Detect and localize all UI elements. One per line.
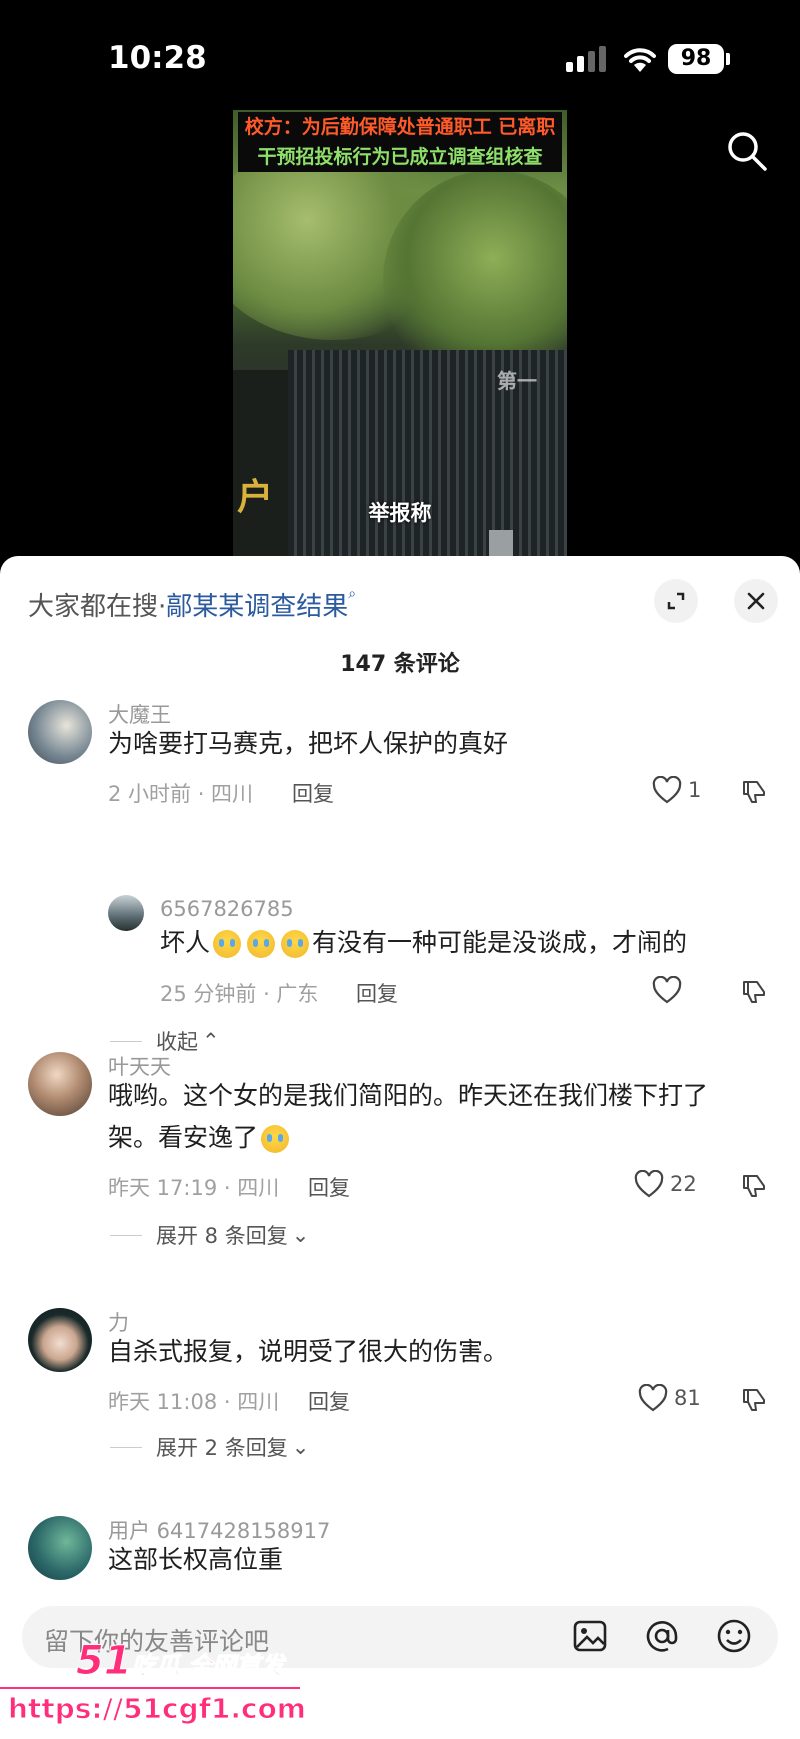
watermark-url: https://51cgf1.com: [8, 1692, 307, 1726]
comment-text-line1[interactable]: 哦哟。这个女的是我们简阳的。昨天还在我们楼下打了: [108, 1075, 708, 1117]
watermark-brand-num: 51: [76, 1638, 133, 1685]
expand-icon: [667, 592, 685, 610]
signal-icon: [566, 46, 610, 72]
like-count: 81: [674, 1386, 701, 1410]
divider-line: [110, 1040, 142, 1042]
reply-button[interactable]: 回复: [308, 1386, 350, 1416]
hot-search[interactable]: 大家都在搜·鄗某某调查结果⌕: [28, 586, 356, 623]
dislike-icon[interactable]: [740, 1386, 768, 1414]
comment-text-line2[interactable]: 架。看安逸了: [108, 1117, 292, 1159]
image-icon[interactable]: [570, 1616, 610, 1656]
heart-icon: [634, 1170, 664, 1198]
reply-text-after: 有没有一种可能是没谈成，才闹的: [312, 928, 688, 957]
crying-emoji: [281, 930, 310, 958]
close-icon: [747, 592, 765, 610]
status-time: 10:28: [108, 40, 207, 76]
close-button[interactable]: [734, 579, 778, 623]
expand-label: 展开 8 条回复: [156, 1224, 288, 1248]
chevron-up-icon: ⌃: [202, 1029, 220, 1053]
battery-tip: [726, 53, 730, 65]
heart-icon: [652, 976, 682, 1004]
reply-text-before: 坏人: [160, 928, 211, 957]
like-count: 1: [688, 778, 702, 802]
wifi-icon: [624, 48, 656, 72]
reply-button[interactable]: 回复: [356, 978, 398, 1008]
crying-emoji: [247, 930, 276, 958]
expand-button[interactable]: [654, 579, 698, 623]
reply-button[interactable]: 回复: [308, 1172, 350, 1202]
comment-count: 147 条评论: [340, 652, 460, 677]
comments-sheet: 大家都在搜·鄗某某调查结果⌕ 147 条评论 大魔王 为啥要打马赛克，把坏人保护…: [0, 556, 800, 1739]
avatar[interactable]: [28, 1308, 92, 1372]
video-player[interactable]: 户 第一 校方：为后勤保障处普通职工 已离职 干预招投标行为已成立调查组核查 举…: [233, 110, 567, 562]
search-icon[interactable]: [726, 130, 768, 172]
comment-meta: 昨天 11:08 · 四川: [108, 1390, 280, 1414]
comment-meta: 2 小时前 · 四川: [108, 782, 254, 806]
avatar[interactable]: [28, 700, 92, 764]
divider-line: [110, 1234, 142, 1236]
watermark-line: [0, 1687, 300, 1689]
search-small-icon: ⌕: [348, 586, 357, 602]
watermark-brand: 51吃瓜 全网首发: [76, 1638, 285, 1685]
dislike-icon[interactable]: [740, 778, 768, 806]
expand-replies-button[interactable]: 展开 2 条回复 ⌄: [110, 1432, 309, 1462]
video-wall: [233, 370, 293, 562]
avatar[interactable]: [28, 1052, 92, 1116]
like-count: 22: [670, 1172, 697, 1196]
comment-meta: 昨天 17:19 · 四川: [108, 1176, 280, 1200]
dislike-icon[interactable]: [740, 1172, 768, 1200]
comment-text[interactable]: 这部长权高位重: [108, 1539, 283, 1581]
divider-line: [110, 1446, 142, 1448]
video-caption-line2: 干预招投标行为已成立调查组核查: [238, 142, 562, 172]
comment-text-line2-text: 架。看安逸了: [108, 1123, 259, 1152]
expand-label: 展开 2 条回复: [156, 1436, 288, 1460]
crying-emoji: [213, 930, 242, 958]
status-bar: 10:28 98: [0, 0, 800, 110]
video-logo: 第一: [497, 369, 537, 393]
comment-text[interactable]: 自杀式报复，说明受了很大的伤害。: [108, 1331, 508, 1373]
chevron-down-icon: ⌄: [291, 1435, 310, 1459]
reply-text[interactable]: 坏人 有没有一种可能是没谈成，才闹的: [160, 922, 687, 964]
avatar[interactable]: [108, 895, 144, 931]
comment-text[interactable]: 为啥要打马赛克，把坏人保护的真好: [108, 723, 508, 765]
at-icon[interactable]: [642, 1616, 682, 1656]
hot-search-term[interactable]: 鄗某某调查结果: [166, 592, 348, 622]
like-button[interactable]: [652, 976, 688, 1004]
battery-indicator: 98: [668, 44, 724, 74]
laughing-emoji: [261, 1125, 290, 1153]
video-subtitle: 举报称: [368, 501, 432, 525]
expand-replies-button[interactable]: 展开 8 条回复 ⌄: [110, 1220, 309, 1250]
emoji-icon[interactable]: [714, 1616, 754, 1656]
reply-button[interactable]: 回复: [292, 778, 334, 808]
dislike-icon[interactable]: [740, 978, 768, 1006]
like-button[interactable]: 22: [634, 1170, 697, 1198]
like-button[interactable]: 81: [638, 1384, 701, 1412]
video-caption-line1: 校方：为后勤保障处普通职工 已离职: [238, 112, 562, 142]
hot-search-label: 大家都在搜·: [28, 592, 167, 622]
avatar[interactable]: [28, 1516, 92, 1580]
heart-icon: [652, 776, 682, 804]
like-button[interactable]: 1: [652, 776, 701, 804]
chevron-down-icon: ⌄: [291, 1223, 310, 1247]
watermark-brand-text: 吃瓜 全网首发: [131, 1652, 285, 1681]
comment-username[interactable]: 6567826785: [160, 897, 294, 921]
heart-icon: [638, 1384, 668, 1412]
comment-meta: 25 分钟前 · 广东: [160, 982, 319, 1006]
